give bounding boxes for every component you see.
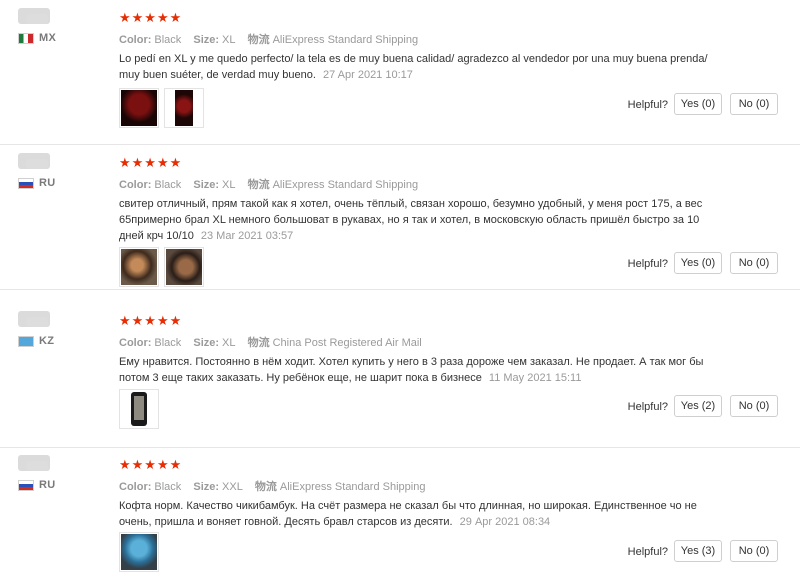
logistics-label: 物流: [247, 179, 270, 191]
review-photo-thumbnail[interactable]: [119, 88, 159, 128]
reviewer-info: MX: [0, 0, 110, 140]
review-photo-thumbnail[interactable]: [164, 88, 204, 128]
logistics-label: 物流: [247, 34, 270, 46]
logistics-label: 物流: [254, 481, 277, 493]
color-value: Black: [154, 337, 182, 349]
review-date: 23 Mar 2021 03:57: [200, 230, 294, 242]
reviewer-info: RU: [0, 145, 110, 285]
color-label: Color:: [119, 179, 152, 191]
review-meta: Color: Black Size: XL 物流 AliExpress Standar…: [119, 176, 427, 192]
size-value: XL: [222, 337, 236, 349]
review-photos: [119, 389, 159, 429]
photo-image: [121, 534, 157, 570]
helpful-no-button[interactable]: No (0): [730, 540, 778, 562]
size-value: XL: [222, 179, 236, 191]
reviewer-country: MX: [18, 32, 56, 44]
review-text: Ему нравится. Постоянно в нём ходит. Хот…: [119, 354, 709, 386]
helpful-yes-button[interactable]: Yes (2): [674, 395, 722, 417]
helpful-yes-button[interactable]: Yes (3): [674, 540, 722, 562]
blurred-username: [26, 14, 48, 24]
photo-image: [121, 90, 157, 126]
color-label: Color:: [119, 34, 152, 46]
review-meta: Color: Black Size: XL 物流 China Post Registe…: [119, 334, 431, 350]
review-text: свитер отличный, прям такой как я хотел,…: [119, 196, 709, 244]
helpful-no-button[interactable]: No (0): [730, 93, 778, 115]
color-value: Black: [154, 34, 182, 46]
country-code: MX: [39, 32, 57, 44]
helpful-yes-button[interactable]: Yes (0): [674, 93, 722, 115]
russia-flag-icon: [18, 177, 34, 189]
blurred-username: [26, 461, 48, 471]
mexico-flag-icon: [18, 32, 34, 44]
review-photos: [119, 88, 204, 128]
reviewer-info: RU: [0, 447, 110, 587]
reviewer-country: KZ: [18, 335, 54, 347]
helpful-no-button[interactable]: No (0): [730, 395, 778, 417]
star-rating: ★★★★★: [119, 155, 183, 170]
review-body: Ему нравится. Постоянно в нём ходит. Хот…: [119, 356, 704, 384]
color-label: Color:: [119, 481, 152, 493]
review-item: RU ★★★★★ Color: Black Size: XXL 物流 AliExpre…: [0, 447, 800, 572]
review-item: RU ★★★★★ Color: Black Size: XL 物流 AliExpres…: [0, 145, 800, 290]
helpful-label: Helpful?: [627, 99, 668, 111]
size-value: XXL: [222, 481, 243, 493]
shipping-method: AliExpress Standard Shipping: [272, 179, 419, 191]
country-code: RU: [39, 177, 56, 189]
size-value: XL: [222, 34, 236, 46]
reviewer-country: RU: [18, 177, 56, 189]
review-content: ★★★★★ Color: Black Size: XL 物流 China Post R…: [119, 303, 789, 443]
review-content: ★★★★★ Color: Black Size: XXL 物流 AliExpress …: [119, 447, 789, 587]
photo-image: [121, 249, 157, 285]
size-label: Size:: [193, 337, 220, 349]
review-date: 27 Apr 2021 10:17: [322, 69, 413, 81]
review-meta: Color: Black Size: XL 物流 AliExpress Standar…: [119, 31, 427, 47]
photo-image: [175, 90, 193, 126]
review-date: 11 May 2021 15:11: [488, 372, 582, 384]
review-meta: Color: Black Size: XXL 物流 AliExpress Standa…: [119, 478, 434, 494]
photo-image: [131, 392, 147, 426]
size-label: Size:: [193, 34, 220, 46]
review-photo-thumbnail[interactable]: [119, 247, 159, 287]
size-label: Size:: [193, 481, 220, 493]
blurred-username: [26, 317, 48, 327]
review-item: MX ★★★★★ Color: Black Size: XL 物流 AliExpres…: [0, 0, 800, 145]
helpful-no-button[interactable]: No (0): [730, 252, 778, 274]
review-photo-thumbnail[interactable]: [164, 247, 204, 287]
photo-image: [166, 249, 202, 285]
helpful-label: Helpful?: [627, 546, 668, 558]
helpful-yes-button[interactable]: Yes (0): [674, 252, 722, 274]
shipping-method: AliExpress Standard Shipping: [272, 34, 419, 46]
kazakhstan-flag-icon: [18, 335, 34, 347]
logistics-label: 物流: [247, 337, 270, 349]
reviewer-country: RU: [18, 479, 56, 491]
review-content: ★★★★★ Color: Black Size: XL 物流 AliExpress S…: [119, 0, 789, 140]
review-photo-thumbnail[interactable]: [119, 389, 159, 429]
review-photos: [119, 532, 159, 572]
color-value: Black: [154, 481, 182, 493]
country-code: RU: [39, 479, 56, 491]
russia-flag-icon: [18, 479, 34, 491]
star-rating: ★★★★★: [119, 10, 183, 25]
color-value: Black: [154, 179, 182, 191]
review-photo-thumbnail[interactable]: [119, 532, 159, 572]
review-text: Кофта норм. Качество чикибамбук. На счёт…: [119, 498, 709, 530]
review-body: Кофта норм. Качество чикибамбук. На счёт…: [119, 500, 697, 528]
size-label: Size:: [193, 179, 220, 191]
review-text: Lo pedí en XL y me quedo perfecto/ la te…: [119, 51, 709, 83]
helpful-label: Helpful?: [627, 401, 668, 413]
review-body: Lo pedí en XL y me quedo perfecto/ la te…: [119, 53, 708, 81]
shipping-method: AliExpress Standard Shipping: [279, 481, 426, 493]
review-photos: [119, 247, 204, 287]
review-date: 29 Apr 2021 08:34: [459, 516, 551, 528]
shipping-method: China Post Registered Air Mail: [272, 337, 422, 349]
reviewer-info: KZ: [0, 303, 110, 443]
country-code: KZ: [39, 335, 55, 347]
color-label: Color:: [119, 337, 152, 349]
blurred-username: [26, 159, 48, 169]
star-rating: ★★★★★: [119, 457, 183, 472]
review-item: KZ ★★★★★ Color: Black Size: XL 物流 China Pos…: [0, 303, 800, 448]
helpful-label: Helpful?: [627, 258, 668, 270]
star-rating: ★★★★★: [119, 313, 183, 328]
